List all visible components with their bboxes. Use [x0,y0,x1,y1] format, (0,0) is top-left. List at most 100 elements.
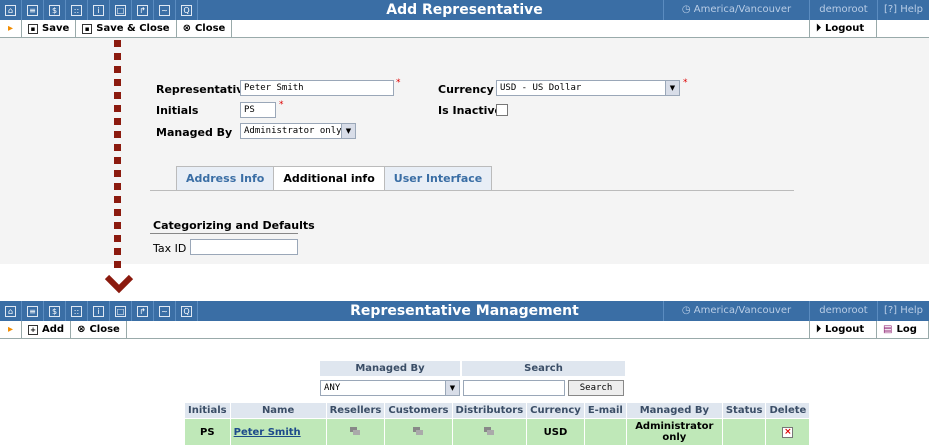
search-button[interactable]: Search [568,380,624,396]
representative-name-link[interactable]: Peter Smith [234,427,301,438]
chevron-down-icon: ▼ [665,81,679,95]
representative-input[interactable]: Peter Smith [240,80,394,96]
managed-by-filter-header: Managed By [320,361,460,376]
distributors-icon [484,426,495,435]
disk-icon: ▪ [82,23,93,34]
column-header: Managed By [625,402,723,419]
export-icon[interactable]: ↱ [132,0,154,20]
close-icon: ⊗ [77,324,86,335]
is-inactive-label: Is Inactive [438,104,502,117]
currency-cell: USD [526,418,585,446]
representative-label: Representative [156,83,251,96]
column-header: Resellers [325,402,386,419]
managed-by-filter-select[interactable]: ANY ▼ [320,380,460,396]
save-button[interactable]: ▪ Save [22,19,77,38]
toolbar: ▸ + Add ⊗ Close ⏵ Logout ▤ Log [0,320,929,339]
required-mark: * [683,78,688,88]
save-close-button[interactable]: ▪ Save & Close [76,19,177,38]
column-header: Status [721,402,767,419]
email-cell [583,418,627,446]
managed-by-cell: Administrator only [625,418,723,446]
customers-cell[interactable] [384,418,453,446]
tab-divider [150,190,794,191]
home-icon[interactable]: ⌂ [0,0,22,20]
grid-icon[interactable]: :: [66,0,88,20]
log-button[interactable]: ▤ Log [877,320,929,339]
add-button[interactable]: + Add [22,320,72,339]
user-link[interactable]: demoroot [809,0,877,20]
resellers-cell[interactable] [325,418,386,446]
column-header: Delete [765,402,811,419]
status-cell [721,418,767,446]
bottom-header-bar: ⌂ ≡ $ :: i □ ↱ ~ Q Representative Manage… [0,301,929,321]
required-mark: * [396,78,401,88]
list-icon[interactable]: ≡ [22,301,44,321]
column-header: Currency [526,402,585,419]
name-cell: Peter Smith [229,418,327,446]
column-header: Distributors [451,402,528,419]
tab-additional-info[interactable]: Additional info [273,166,385,191]
search-icon[interactable]: Q [176,0,198,20]
required-mark: * [279,100,284,110]
delete-icon[interactable]: × [782,427,794,438]
search-icon[interactable]: Q [176,301,198,321]
tab-address-info[interactable]: Address Info [176,166,275,191]
distributors-cell[interactable] [451,418,528,446]
managed-by-label: Managed By [156,126,233,139]
delete-cell: × [765,418,811,446]
close-button[interactable]: ⊗ Close [177,19,233,38]
dollar-icon[interactable]: $ [44,301,66,321]
timezone-link[interactable]: ◷ America/Vancouver [663,301,809,321]
chevron-down-icon: ▼ [445,381,459,395]
top-header-bar: ⌂ ≡ $ :: i □ ↱ ~ Q Add Representative ◷ … [0,0,929,20]
search-filter-header: Search [462,361,625,376]
toolbar: ▸ ▪ Save ▪ Save & Close ⊗ Close ⏵ Logout [0,19,929,38]
disk-icon: ▪ [28,23,38,34]
initials-cell: PS [184,418,231,446]
dollar-icon[interactable]: $ [44,0,66,20]
currency-label: Currency [438,83,494,96]
logout-icon: ⏵ [816,23,821,34]
document-icon[interactable]: □ [110,301,132,321]
chart-icon[interactable]: ~ [154,301,176,321]
toolbar-arrow-icon: ▸ [0,320,22,339]
user-link[interactable]: demoroot [809,301,877,321]
toolbar-arrow-icon: ▸ [0,19,22,38]
person-icon[interactable]: i [88,0,110,20]
representatives-table: Initials Name Resellers Customers Distri… [184,402,811,446]
home-icon[interactable]: ⌂ [0,301,22,321]
log-icon: ▤ [883,324,893,335]
person-icon[interactable]: i [88,301,110,321]
help-link[interactable]: [?] Help [877,301,929,321]
export-icon[interactable]: ↱ [132,301,154,321]
list-icon[interactable]: ≡ [22,0,44,20]
customers-icon [413,426,424,435]
currency-select[interactable]: USD - US Dollar ▼ [496,80,680,96]
help-link[interactable]: [?] Help [877,0,929,20]
column-header: Customers [384,402,453,419]
add-icon: + [28,324,38,335]
tab-user-interface[interactable]: User Interface [383,166,493,191]
is-inactive-checkbox[interactable] [496,104,508,116]
resellers-icon [350,426,361,435]
document-icon[interactable]: □ [110,0,132,20]
logout-button[interactable]: ⏵ Logout [809,19,877,38]
tab-bar: Address Info Additional info User Interf… [176,166,493,191]
flow-dotted-line [114,40,121,270]
timezone-link[interactable]: ◷ America/Vancouver [663,0,809,20]
close-button[interactable]: ⊗ Close [71,320,127,339]
section-title: Categorizing and Defaults [153,219,315,232]
chart-icon[interactable]: ~ [154,0,176,20]
initials-input[interactable]: PS [240,102,276,118]
tax-id-input[interactable] [190,239,298,255]
flow-arrow-icon [104,274,134,294]
search-input[interactable] [463,380,565,396]
grid-icon[interactable]: :: [66,301,88,321]
column-header: Initials [184,402,231,419]
table-row: PS Peter Smith USD Administrator only × [184,418,811,446]
section-divider [150,233,298,234]
close-icon: ⊗ [182,23,191,34]
managed-by-select[interactable]: Administrator only ▼ [240,123,356,139]
logout-button[interactable]: ⏵ Logout [809,320,877,339]
form-area [0,38,929,264]
